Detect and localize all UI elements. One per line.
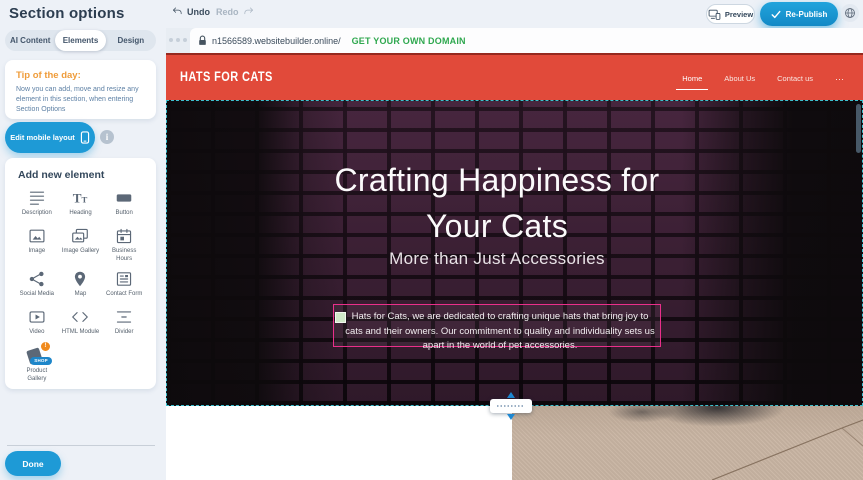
site-preview-canvas: HATS FOR CATS Home About Us Contact us ⋯… <box>166 53 863 480</box>
nav-contact-us[interactable]: Contact us <box>777 74 813 83</box>
element-business-hours[interactable]: Business Hours <box>102 228 146 264</box>
element-html-module[interactable]: HTML Module <box>59 309 103 340</box>
hero-paragraph: Hats for Cats, we are dedicated to craft… <box>344 310 656 354</box>
new-badge-dot: ! <box>41 342 50 351</box>
undo-icon <box>172 6 183 17</box>
nav-home[interactable]: Home <box>682 74 702 83</box>
app-window: Section options Undo Redo Preview Re-Pub… <box>0 0 863 480</box>
preview-button[interactable]: Preview <box>706 4 755 24</box>
element-image[interactable]: Image <box>15 228 59 264</box>
undo-label: Undo <box>187 7 210 17</box>
site-header[interactable]: HATS FOR CATS Home About Us Contact us ⋯ <box>166 53 863 100</box>
element-map[interactable]: Map <box>59 271 103 302</box>
panel-tabs: AI Content Elements Design <box>5 30 156 51</box>
element-grid: Description TT Heading Button Image Imag… <box>15 190 146 384</box>
pavement-crack <box>512 406 863 480</box>
hero-section[interactable]: Crafting Happiness for Your Cats More th… <box>166 100 863 406</box>
button-icon <box>115 190 133 206</box>
section-resize-down-icon[interactable] <box>507 414 515 420</box>
video-icon <box>28 309 46 325</box>
element-image-gallery[interactable]: Image Gallery <box>59 228 103 264</box>
check-icon <box>771 10 781 19</box>
add-element-title: Add new element <box>15 169 146 181</box>
image-gallery-icon <box>71 228 89 244</box>
lock-icon <box>198 35 207 46</box>
site-logo[interactable]: HATS FOR CATS <box>180 70 273 85</box>
hero-title[interactable]: Crafting Happiness for Your Cats <box>167 157 827 250</box>
section-resize-handle[interactable] <box>490 399 532 413</box>
element-divider[interactable]: Divider <box>102 309 146 340</box>
tip-body: Now you can add, move and resize any ele… <box>16 85 145 115</box>
tab-elements[interactable]: Elements <box>55 30 105 51</box>
section-resize-up-icon[interactable] <box>507 392 515 398</box>
redo-button[interactable]: Redo <box>216 6 254 17</box>
drag-dots-icon <box>497 405 525 407</box>
element-video[interactable]: Video <box>15 309 59 340</box>
devices-icon <box>708 9 721 20</box>
tab-design[interactable]: Design <box>106 30 156 51</box>
element-contact-form[interactable]: Contact Form <box>102 271 146 302</box>
element-social-media[interactable]: Social Media <box>15 271 59 302</box>
tip-title: Tip of the day: <box>16 70 145 81</box>
address-bar[interactable]: n1566589.websitebuilder.online/ GET YOUR… <box>190 28 863 53</box>
get-domain-link[interactable]: GET YOUR OWN DOMAIN <box>352 36 466 46</box>
pavement-photo <box>512 406 863 480</box>
site-nav: Home About Us Contact us ⋯ <box>682 55 845 102</box>
map-pin-icon <box>71 271 89 287</box>
undo-button[interactable]: Undo <box>172 6 210 17</box>
info-icon[interactable]: i <box>100 130 114 144</box>
description-icon <box>28 190 46 206</box>
republish-button[interactable]: Re-Publish <box>760 2 838 26</box>
add-element-panel: Add new element Description TT Heading B… <box>5 158 156 389</box>
element-heading[interactable]: TT Heading <box>59 190 103 221</box>
shop-badge: SHOP <box>30 357 52 365</box>
element-button[interactable]: Button <box>102 190 146 221</box>
site-url: n1566589.websitebuilder.online/ <box>212 36 341 46</box>
image-icon <box>28 228 46 244</box>
svg-text:T: T <box>73 190 82 205</box>
nav-about-us[interactable]: About Us <box>724 74 755 83</box>
social-media-icon <box>28 271 46 287</box>
preview-label: Preview <box>725 10 753 19</box>
phone-icon <box>80 131 90 144</box>
tab-ai-content[interactable]: AI Content <box>5 30 55 51</box>
redo-label: Redo <box>216 7 239 17</box>
done-button[interactable]: Done <box>5 451 61 476</box>
divider-icon <box>115 309 133 325</box>
edit-mobile-layout-button[interactable]: Edit mobile layout <box>5 122 95 153</box>
selected-text-element[interactable]: Hats for Cats, we are dedicated to craft… <box>333 304 661 347</box>
tip-of-the-day-card: Tip of the day: Now you can add, move an… <box>5 60 156 119</box>
redo-icon <box>243 6 254 17</box>
edit-mobile-label: Edit mobile layout <box>10 133 75 142</box>
contact-form-icon <box>115 271 133 287</box>
browser-chrome: n1566589.websitebuilder.online/ GET YOUR… <box>166 28 863 53</box>
republish-label: Re-Publish <box>786 10 828 19</box>
element-product-gallery[interactable]: ! SHOP Product Gallery <box>15 347 59 384</box>
hero-content: Crafting Happiness for Your Cats More th… <box>167 101 827 407</box>
globe-icon <box>844 7 856 19</box>
business-hours-icon <box>115 228 133 244</box>
svg-text:T: T <box>82 194 88 204</box>
sidebar-divider <box>7 445 155 446</box>
page-title: Section options <box>9 5 125 22</box>
language-button[interactable] <box>841 4 859 22</box>
hero-subtitle[interactable]: More than Just Accessories <box>167 249 827 269</box>
html-module-icon <box>71 309 89 325</box>
product-gallery-icon: ! SHOP <box>26 347 48 364</box>
element-description[interactable]: Description <box>15 190 59 221</box>
canvas-scrollbar-thumb[interactable] <box>856 104 861 153</box>
heading-icon: TT <box>71 190 89 206</box>
window-dots-icon <box>169 38 187 42</box>
